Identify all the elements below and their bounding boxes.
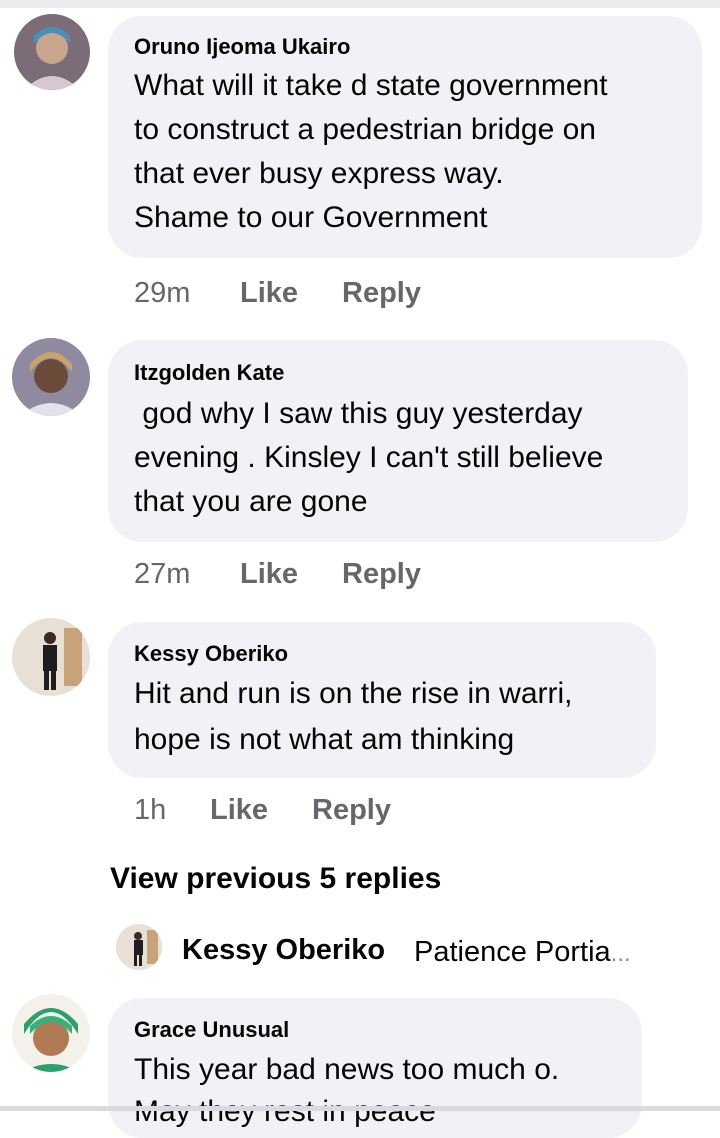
reply-author[interactable]: Kessy Oberiko xyxy=(182,934,385,967)
comment-timestamp[interactable]: 29m xyxy=(134,277,190,310)
reply-ellipsis: ... xyxy=(610,940,631,967)
reply-button[interactable]: Reply xyxy=(312,794,391,827)
comment-text-line: to construct a pedestrian bridge on xyxy=(134,113,596,146)
comment-text-line: May they rest in peace xyxy=(134,1095,436,1128)
comment-text-line: god why I saw this guy yesterday xyxy=(134,397,583,430)
avatar[interactable] xyxy=(12,618,90,696)
comment-text-line: hope is not what am thinking xyxy=(134,723,515,756)
reply-snippet-text: Patience Portia xyxy=(414,936,611,968)
reply-button[interactable]: Reply xyxy=(342,277,421,310)
profile-photo-woman-braids-icon xyxy=(12,338,90,416)
view-previous-replies-link[interactable]: View previous 5 replies xyxy=(110,862,441,896)
comment-timestamp[interactable]: 1h xyxy=(134,794,166,827)
like-button[interactable]: Like xyxy=(240,558,298,591)
comment-author[interactable]: Oruno Ijeoma Ukairo xyxy=(134,34,350,60)
comment-text-line: that you are gone xyxy=(134,485,368,518)
reply-button[interactable]: Reply xyxy=(342,558,421,591)
avatar xyxy=(116,924,162,970)
like-button[interactable]: Like xyxy=(240,277,298,310)
profile-photo-man-standing-small-icon xyxy=(116,924,162,970)
comment-author[interactable]: Itzgolden Kate xyxy=(134,360,284,386)
latest-reply-preview[interactable]: Kessy Oberiko Patience Portia... xyxy=(116,924,706,974)
comment-author[interactable]: Grace Unusual xyxy=(134,1017,289,1043)
top-divider xyxy=(0,0,720,8)
comment-text-line: Shame to our Government xyxy=(134,201,488,234)
profile-photo-woman-icon xyxy=(14,14,90,90)
comment-timestamp[interactable]: 27m xyxy=(134,558,190,591)
avatar[interactable] xyxy=(12,338,90,416)
comment-text-line: What will it take d state government xyxy=(134,69,608,102)
comment-text-line: This year bad news too much o. xyxy=(134,1053,560,1086)
reply-snippet: Patience Portia... xyxy=(414,936,631,969)
comment-text-line: evening . Kinsley I can't still believe xyxy=(134,441,604,474)
comment-author[interactable]: Kessy Oberiko xyxy=(134,641,288,667)
profile-photo-man-standing-icon xyxy=(12,618,90,696)
like-button[interactable]: Like xyxy=(210,794,268,827)
profile-photo-woman-green-headwrap-icon xyxy=(12,994,90,1072)
comment-text-line: that ever busy express way. xyxy=(134,157,504,190)
bottom-divider xyxy=(0,1106,720,1111)
avatar[interactable] xyxy=(14,14,90,90)
avatar[interactable] xyxy=(12,994,90,1072)
comment-text-line: Hit and run is on the rise in warri, xyxy=(134,677,573,710)
